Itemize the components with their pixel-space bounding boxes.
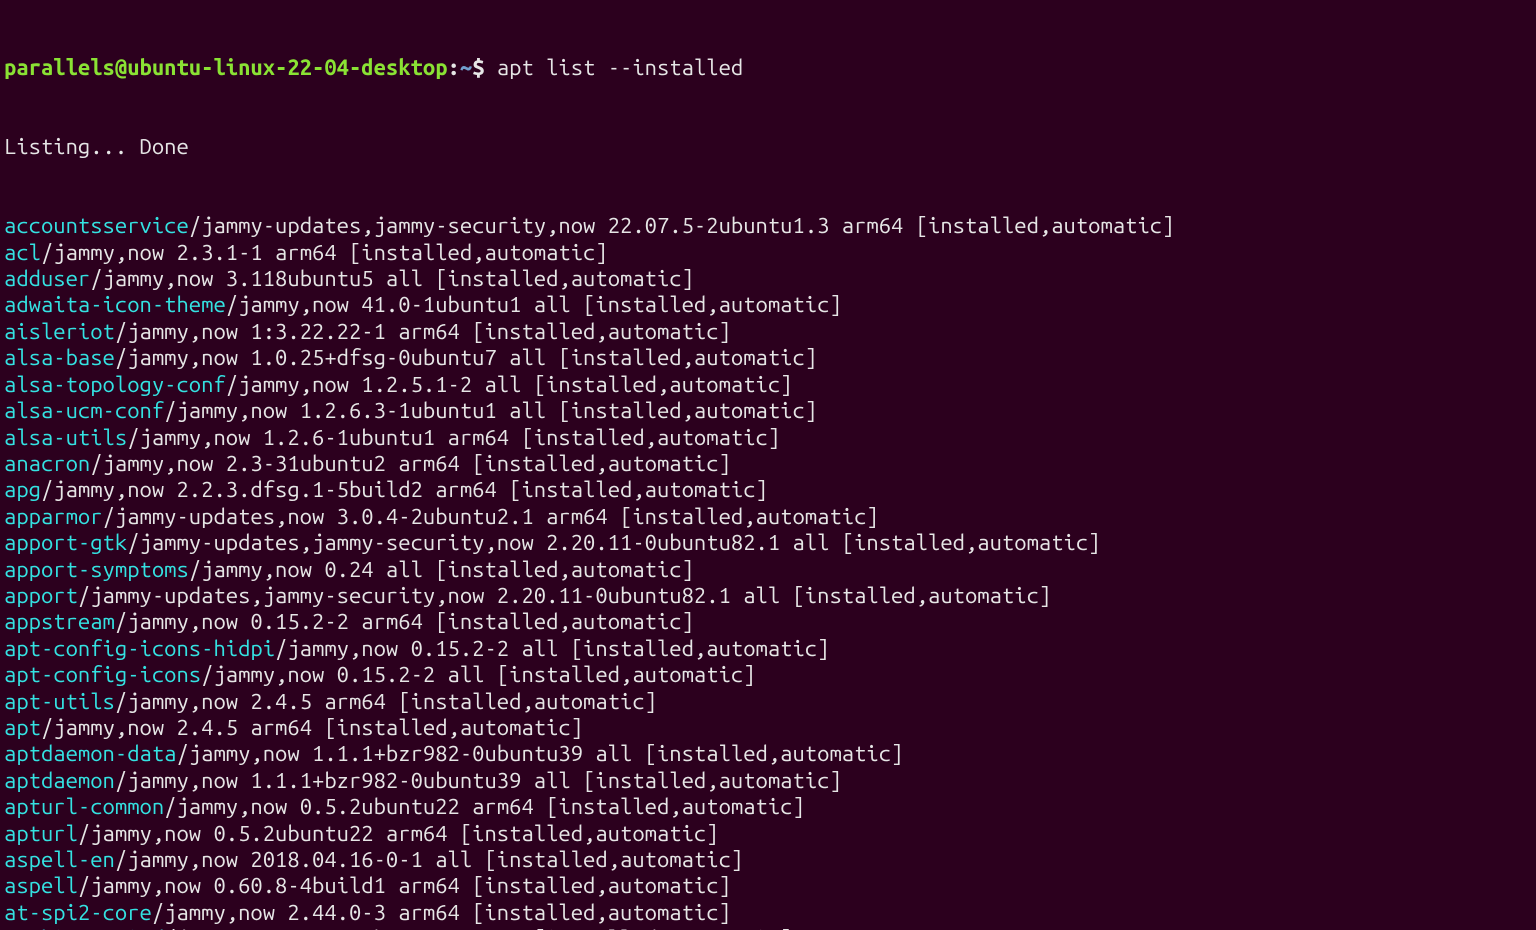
package-name: apt-config-icons [4, 662, 201, 687]
package-details: /jammy,now 1.2.6.3-1ubuntu1 all [install… [164, 398, 817, 423]
package-name: alsa-topology-conf [4, 372, 226, 397]
package-name: apturl-common [4, 794, 164, 819]
package-details: /jammy,now 0.5.2ubuntu22 arm64 [installe… [164, 794, 805, 819]
package-line: adwaita-icon-theme/jammy,now 41.0-1ubunt… [4, 292, 1532, 318]
package-details: /jammy,now 2.3.1-1 arm64 [installed,auto… [41, 240, 608, 265]
package-line: aptdaemon-data/jammy,now 1.1.1+bzr982-0u… [4, 741, 1532, 767]
package-line: at-spi2-core/jammy,now 2.44.0-3 arm64 [i… [4, 900, 1532, 926]
package-details: /jammy,now 3.118ubuntu5 all [installed,a… [90, 266, 694, 291]
package-details: /jammy,now 0.15.2-2 all [installed,autom… [201, 662, 755, 687]
package-details: /jammy,now 0.8-5ubuntu5 arm64 [installed… [164, 926, 792, 930]
package-line: apt-config-icons-hidpi/jammy,now 0.15.2-… [4, 636, 1532, 662]
package-name: apt-utils [4, 689, 115, 714]
package-name: appstream [4, 609, 115, 634]
package-name: apport-symptoms [4, 557, 189, 582]
package-line: apturl-common/jammy,now 0.5.2ubuntu22 ar… [4, 794, 1532, 820]
package-details: /jammy,now 2.2.3.dfsg.1-5build2 arm64 [i… [41, 477, 768, 502]
package-name: acl [4, 240, 41, 265]
package-details: /jammy-updates,jammy-security,now 2.20.1… [127, 530, 1100, 555]
package-details: /jammy,now 0.5.2ubuntu22 arm64 [installe… [78, 821, 719, 846]
package-line: apt-utils/jammy,now 2.4.5 arm64 [install… [4, 689, 1532, 715]
package-line: aptdaemon/jammy,now 1.1.1+bzr982-0ubuntu… [4, 768, 1532, 794]
package-name: at-spi2-core [4, 900, 152, 925]
package-details: /jammy-updates,jammy-security,now 2.20.1… [78, 583, 1051, 608]
package-name: apport [4, 583, 78, 608]
package-line: apg/jammy,now 2.2.3.dfsg.1-5build2 arm64… [4, 477, 1532, 503]
package-name: apg [4, 477, 41, 502]
package-details: /jammy,now 2.44.0-3 arm64 [installed,aut… [152, 900, 731, 925]
package-name: avahi-autoipd [4, 926, 164, 930]
package-name: apt [4, 715, 41, 740]
prompt-line: parallels@ubuntu-linux-22-04-desktop:~$ … [4, 55, 1532, 81]
package-list: accountsservice/jammy-updates,jammy-secu… [4, 213, 1532, 930]
package-line: apport/jammy-updates,jammy-security,now … [4, 583, 1532, 609]
package-details: /jammy,now 1:3.22.22-1 arm64 [installed,… [115, 319, 731, 344]
package-name: alsa-ucm-conf [4, 398, 164, 423]
package-name: alsa-utils [4, 425, 127, 450]
package-details: /jammy,now 1.2.5.1-2 all [installed,auto… [226, 372, 793, 397]
package-details: /jammy,now 1.1.1+bzr982-0ubuntu39 all [i… [176, 741, 903, 766]
terminal-output[interactable]: parallels@ubuntu-linux-22-04-desktop:~$ … [0, 0, 1536, 930]
prompt-colon: : [448, 55, 460, 80]
package-details: /jammy-updates,jammy-security,now 22.07.… [189, 213, 1175, 238]
package-name: adwaita-icon-theme [4, 292, 226, 317]
package-line: aisleriot/jammy,now 1:3.22.22-1 arm64 [i… [4, 319, 1532, 345]
status-line: Listing... Done [4, 134, 1532, 160]
package-line: adduser/jammy,now 3.118ubuntu5 all [inst… [4, 266, 1532, 292]
package-line: apport-gtk/jammy-updates,jammy-security,… [4, 530, 1532, 556]
package-details: /jammy,now 2.4.5 arm64 [installed,automa… [41, 715, 583, 740]
prompt-dollar: $ [472, 55, 497, 80]
package-line: accountsservice/jammy-updates,jammy-secu… [4, 213, 1532, 239]
package-name: aptdaemon [4, 768, 115, 793]
package-details: /jammy,now 2018.04.16-0-1 all [installed… [115, 847, 743, 872]
package-line: apparmor/jammy-updates,now 3.0.4-2ubuntu… [4, 504, 1532, 530]
prompt-user-host: parallels@ubuntu-linux-22-04-desktop [4, 55, 448, 80]
package-line: aspell/jammy,now 0.60.8-4build1 arm64 [i… [4, 873, 1532, 899]
package-line: alsa-base/jammy,now 1.0.25+dfsg-0ubuntu7… [4, 345, 1532, 371]
package-name: aisleriot [4, 319, 115, 344]
package-line: apt/jammy,now 2.4.5 arm64 [installed,aut… [4, 715, 1532, 741]
package-details: /jammy-updates,now 3.0.4-2ubuntu2.1 arm6… [103, 504, 879, 529]
package-name: adduser [4, 266, 90, 291]
package-name: apt-config-icons-hidpi [4, 636, 275, 661]
package-details: /jammy,now 0.15.2-2 all [installed,autom… [275, 636, 829, 661]
prompt-path: ~ [460, 55, 472, 80]
package-line: appstream/jammy,now 0.15.2-2 arm64 [inst… [4, 609, 1532, 635]
package-line: apt-config-icons/jammy,now 0.15.2-2 all … [4, 662, 1532, 688]
package-name: aptdaemon-data [4, 741, 176, 766]
package-line: acl/jammy,now 2.3.1-1 arm64 [installed,a… [4, 240, 1532, 266]
package-name: aspell-en [4, 847, 115, 872]
package-name: accountsservice [4, 213, 189, 238]
package-name: apport-gtk [4, 530, 127, 555]
package-details: /jammy,now 1.2.6-1ubuntu1 arm64 [install… [127, 425, 780, 450]
package-details: /jammy,now 0.24 all [installed,automatic… [189, 557, 694, 582]
package-details: /jammy,now 1.0.25+dfsg-0ubuntu7 all [ins… [115, 345, 817, 370]
package-details: /jammy,now 0.15.2-2 arm64 [installed,aut… [115, 609, 694, 634]
command-text: apt list --installed [497, 55, 743, 80]
package-line: alsa-ucm-conf/jammy,now 1.2.6.3-1ubuntu1… [4, 398, 1532, 424]
package-line: apport-symptoms/jammy,now 0.24 all [inst… [4, 557, 1532, 583]
package-name: apparmor [4, 504, 103, 529]
package-line: avahi-autoipd/jammy,now 0.8-5ubuntu5 arm… [4, 926, 1532, 930]
package-line: alsa-topology-conf/jammy,now 1.2.5.1-2 a… [4, 372, 1532, 398]
package-name: apturl [4, 821, 78, 846]
package-name: aspell [4, 873, 78, 898]
package-details: /jammy,now 0.60.8-4build1 arm64 [install… [78, 873, 731, 898]
package-name: anacron [4, 451, 90, 476]
package-line: anacron/jammy,now 2.3-31ubuntu2 arm64 [i… [4, 451, 1532, 477]
package-details: /jammy,now 2.4.5 arm64 [installed,automa… [115, 689, 657, 714]
package-name: alsa-base [4, 345, 115, 370]
package-details: /jammy,now 2.3-31ubuntu2 arm64 [installe… [90, 451, 731, 476]
package-line: aspell-en/jammy,now 2018.04.16-0-1 all [… [4, 847, 1532, 873]
package-details: /jammy,now 41.0-1ubuntu1 all [installed,… [226, 292, 842, 317]
package-details: /jammy,now 1.1.1+bzr982-0ubuntu39 all [i… [115, 768, 842, 793]
package-line: alsa-utils/jammy,now 1.2.6-1ubuntu1 arm6… [4, 425, 1532, 451]
package-line: apturl/jammy,now 0.5.2ubuntu22 arm64 [in… [4, 821, 1532, 847]
